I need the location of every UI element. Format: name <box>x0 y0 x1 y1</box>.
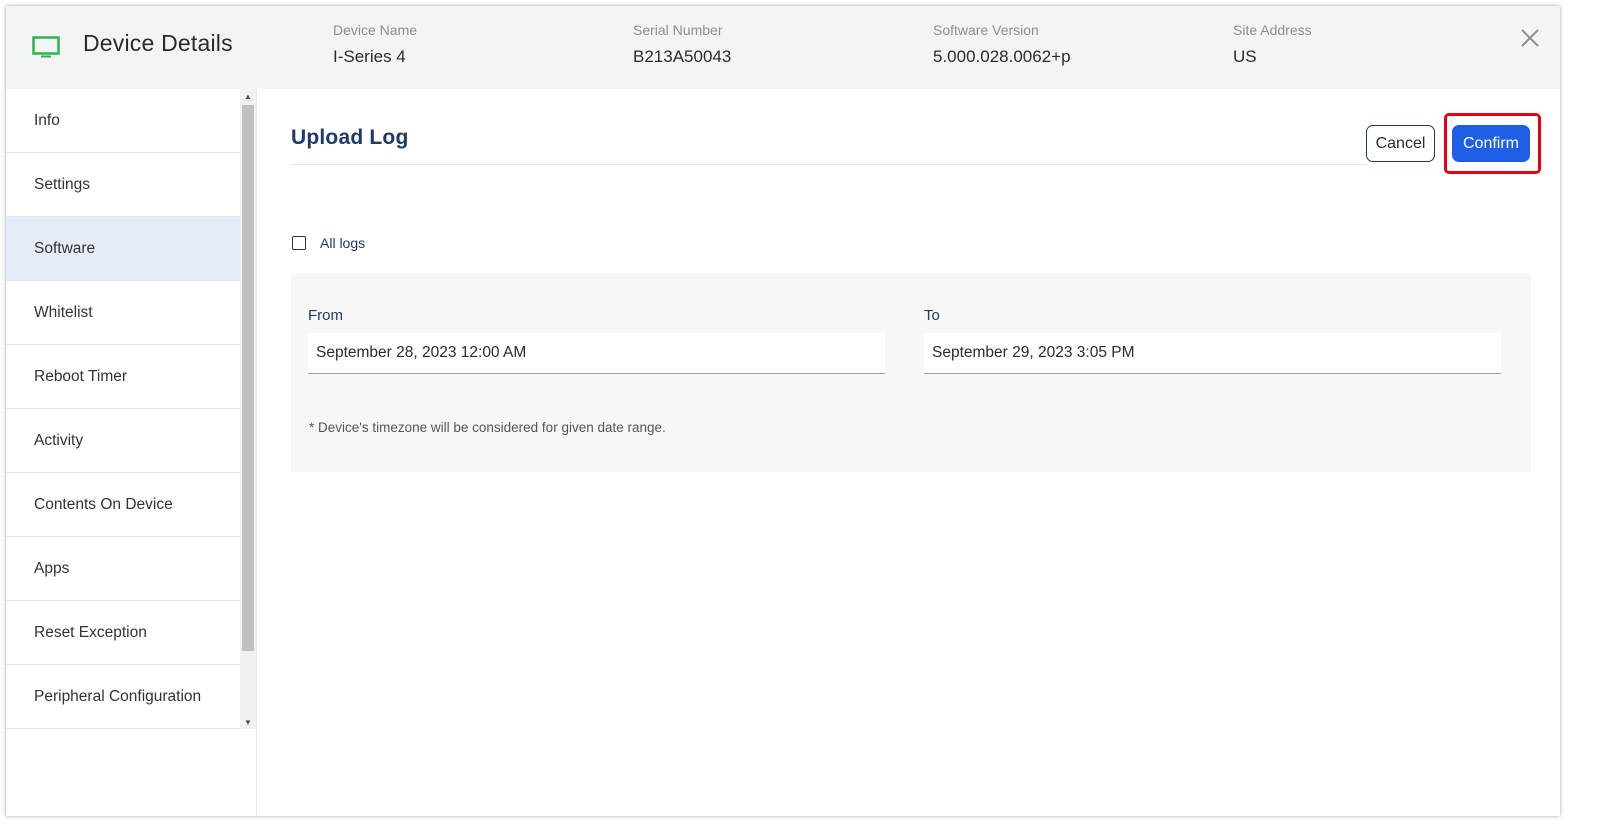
monitor-icon <box>32 36 60 58</box>
sidebar-item-contents-on-device[interactable]: Contents On Device <box>6 473 240 537</box>
software-version-label: Software Version <box>933 22 1039 38</box>
all-logs-checkbox[interactable] <box>292 236 306 250</box>
sidebar-item-reboot-timer[interactable]: Reboot Timer <box>6 345 240 409</box>
site-address-label: Site Address <box>1233 22 1312 38</box>
software-version-field: Software Version 5.000.028.0062+p <box>933 22 1071 67</box>
all-logs-label[interactable]: All logs <box>320 235 365 251</box>
upload-log-title: Upload Log <box>291 126 409 149</box>
sidebar-item-info[interactable]: Info <box>6 89 240 153</box>
sidebar-item-label: Peripheral Configuration <box>34 687 202 705</box>
to-label: To <box>924 307 940 324</box>
sidebar-item-activity[interactable]: Activity <box>6 409 240 473</box>
sidebar-divider <box>256 89 257 816</box>
site-address-value: US <box>1233 47 1257 66</box>
sidebar-item-label: Reboot Timer <box>34 367 128 385</box>
sidebar-item-label: Settings <box>34 175 91 193</box>
scrollbar-thumb[interactable] <box>242 105 254 651</box>
device-name-label: Device Name <box>333 22 418 38</box>
dialog-title: Device Details <box>83 30 233 56</box>
serial-number-value: B213A50043 <box>633 47 732 66</box>
sidebar-nav: Info Settings Software Whitelist Reboot … <box>6 89 240 729</box>
sidebar-item-whitelist[interactable]: Whitelist <box>6 281 240 345</box>
sidebar-item-software[interactable]: Software <box>6 217 240 281</box>
sidebar-item-peripheral-configuration[interactable]: Peripheral Configuration <box>6 665 240 729</box>
date-range-box: From To * Device's timezone will be cons… <box>291 273 1531 472</box>
sidebar-item-label: Contents On Device <box>34 495 173 513</box>
sidebar-item-settings[interactable]: Settings <box>6 153 240 217</box>
confirm-button[interactable]: Confirm <box>1452 125 1530 162</box>
scroll-down-icon[interactable]: ▼ <box>240 715 256 729</box>
sidebar-item-label: Whitelist <box>34 303 93 321</box>
serial-number-label: Serial Number <box>633 22 723 38</box>
from-label: From <box>308 307 343 324</box>
site-address-field: Site Address US <box>1233 22 1312 67</box>
serial-number-field: Serial Number B213A50043 <box>633 22 731 67</box>
device-details-dialog: Device Details Device Name I-Series 4 Se… <box>6 6 1560 816</box>
sidebar-item-label: Activity <box>34 431 84 449</box>
scroll-up-icon[interactable]: ▲ <box>240 89 256 103</box>
sidebar-item-reset-exception[interactable]: Reset Exception <box>6 601 240 665</box>
sidebar-item-label: Reset Exception <box>34 623 147 641</box>
from-date-input[interactable] <box>308 333 885 374</box>
sidebar-scrollbar[interactable]: ▲ ▼ <box>240 89 256 729</box>
cancel-button[interactable]: Cancel <box>1366 125 1435 162</box>
sidebar-item-apps[interactable]: Apps <box>6 537 240 601</box>
device-name-value: I-Series 4 <box>333 47 406 66</box>
sidebar-item-label: Software <box>34 239 96 257</box>
timezone-note: * Device's timezone will be considered f… <box>309 420 666 435</box>
device-name-field: Device Name I-Series 4 <box>333 22 417 67</box>
sidebar-item-label: Apps <box>34 559 70 577</box>
software-version-value: 5.000.028.0062+p <box>933 47 1071 66</box>
all-logs-option[interactable]: All logs <box>292 235 365 251</box>
to-date-input[interactable] <box>924 333 1501 374</box>
close-icon[interactable] <box>1518 26 1542 50</box>
sidebar-item-label: Info <box>34 111 60 129</box>
title-divider <box>291 164 1366 165</box>
dialog-header: Device Details Device Name I-Series 4 Se… <box>6 6 1560 89</box>
